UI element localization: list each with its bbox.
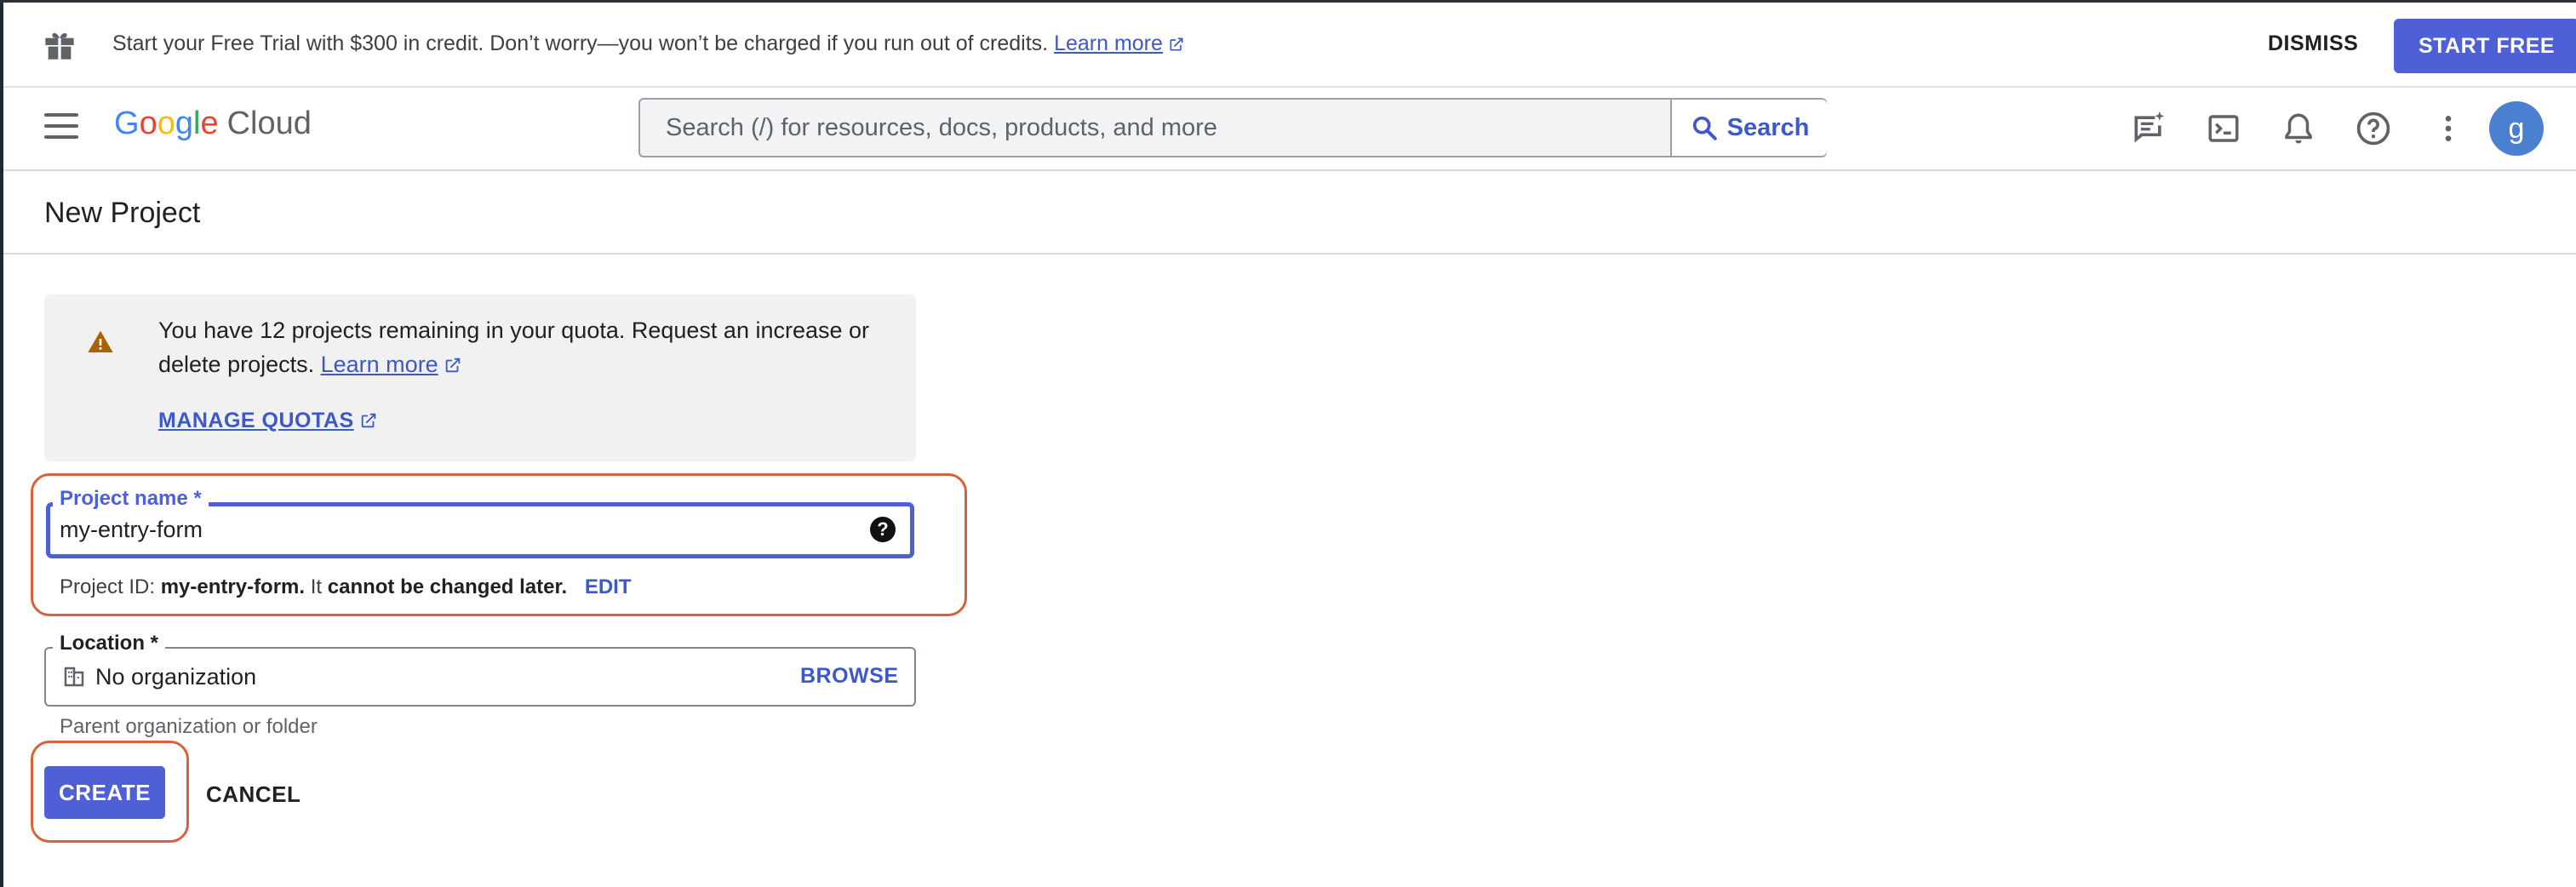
banner-message-text: Start your Free Trial with $300 in credi… (112, 31, 1049, 55)
logo-cloud-text: Cloud (226, 106, 312, 141)
cancel-button[interactable]: CANCEL (206, 781, 301, 808)
browse-button[interactable]: BROWSE (800, 664, 899, 689)
external-link-icon (445, 358, 460, 373)
banner-message: Start your Free Trial with $300 in credi… (112, 31, 1185, 56)
account-avatar[interactable]: g (2489, 101, 2544, 156)
project-id-middle: It (310, 575, 323, 598)
search-button-label: Search (1726, 113, 1810, 141)
search-icon (1692, 116, 1717, 140)
quota-learn-more-link[interactable]: Learn more (321, 352, 438, 377)
google-cloud-logo[interactable]: Google Cloud (114, 106, 312, 142)
help-icon[interactable] (2353, 108, 2394, 149)
feedback-icon[interactable] (2128, 108, 2169, 149)
project-id-suffix: cannot be changed later. (327, 575, 568, 598)
page-title-bar: New Project (3, 171, 2576, 255)
location-label: Location * (53, 632, 166, 655)
search-input[interactable]: Search (/) for resources, docs, products… (640, 100, 1669, 156)
logo-letter: o (139, 106, 157, 141)
start-free-button[interactable]: START FREE (2394, 19, 2576, 73)
project-id-value: my-entry-form. (160, 575, 306, 598)
warning-icon (88, 330, 113, 352)
external-link-icon (361, 413, 375, 428)
notifications-icon[interactable] (2278, 108, 2319, 149)
page-title: New Project (44, 197, 201, 229)
building-icon (64, 667, 84, 687)
search-button[interactable]: Search (1670, 100, 1827, 156)
quota-notice: You have 12 projects remaining in your q… (44, 295, 916, 461)
cloud-shell-icon[interactable] (2203, 108, 2244, 149)
create-button[interactable]: CREATE (44, 766, 165, 819)
location-value: No organization (95, 664, 257, 690)
project-name-input[interactable]: my-entry-form (60, 517, 203, 543)
more-vert-icon[interactable] (2428, 108, 2469, 149)
top-header: Google Cloud Search (/) for resources, do… (3, 88, 2576, 171)
logo-letter: o (157, 106, 175, 141)
gift-icon (45, 32, 74, 60)
quota-notice-text: You have 12 projects remaining in your q… (158, 313, 890, 381)
logo-letter: G (114, 106, 140, 141)
location-helper-text: Parent organization or folder (60, 715, 318, 738)
project-id-prefix: Project ID: (60, 575, 156, 598)
free-trial-banner: Start your Free Trial with $300 in credi… (3, 3, 2576, 88)
question-circle-icon[interactable]: ? (870, 517, 896, 542)
edit-project-id-button[interactable]: EDIT (585, 575, 632, 598)
manage-quotas-link[interactable]: MANAGE QUOTAS (158, 409, 378, 433)
dismiss-button[interactable]: DISMISS (2268, 31, 2358, 56)
project-name-label: Project name * (53, 487, 209, 511)
quota-message: You have 12 projects remaining in your q… (158, 318, 870, 377)
logo-letter: g (175, 106, 193, 141)
manage-quotas-label: MANAGE QUOTAS (158, 409, 354, 432)
banner-learn-more-link[interactable]: Learn more (1054, 31, 1163, 55)
logo-letter: e (200, 106, 219, 141)
search-bar: Search (/) for resources, docs, products… (638, 98, 1827, 157)
external-link-icon (1170, 37, 1183, 51)
project-id-text: Project ID: my-entry-form. It cannot be … (60, 575, 632, 599)
hamburger-menu-icon[interactable] (44, 113, 78, 142)
